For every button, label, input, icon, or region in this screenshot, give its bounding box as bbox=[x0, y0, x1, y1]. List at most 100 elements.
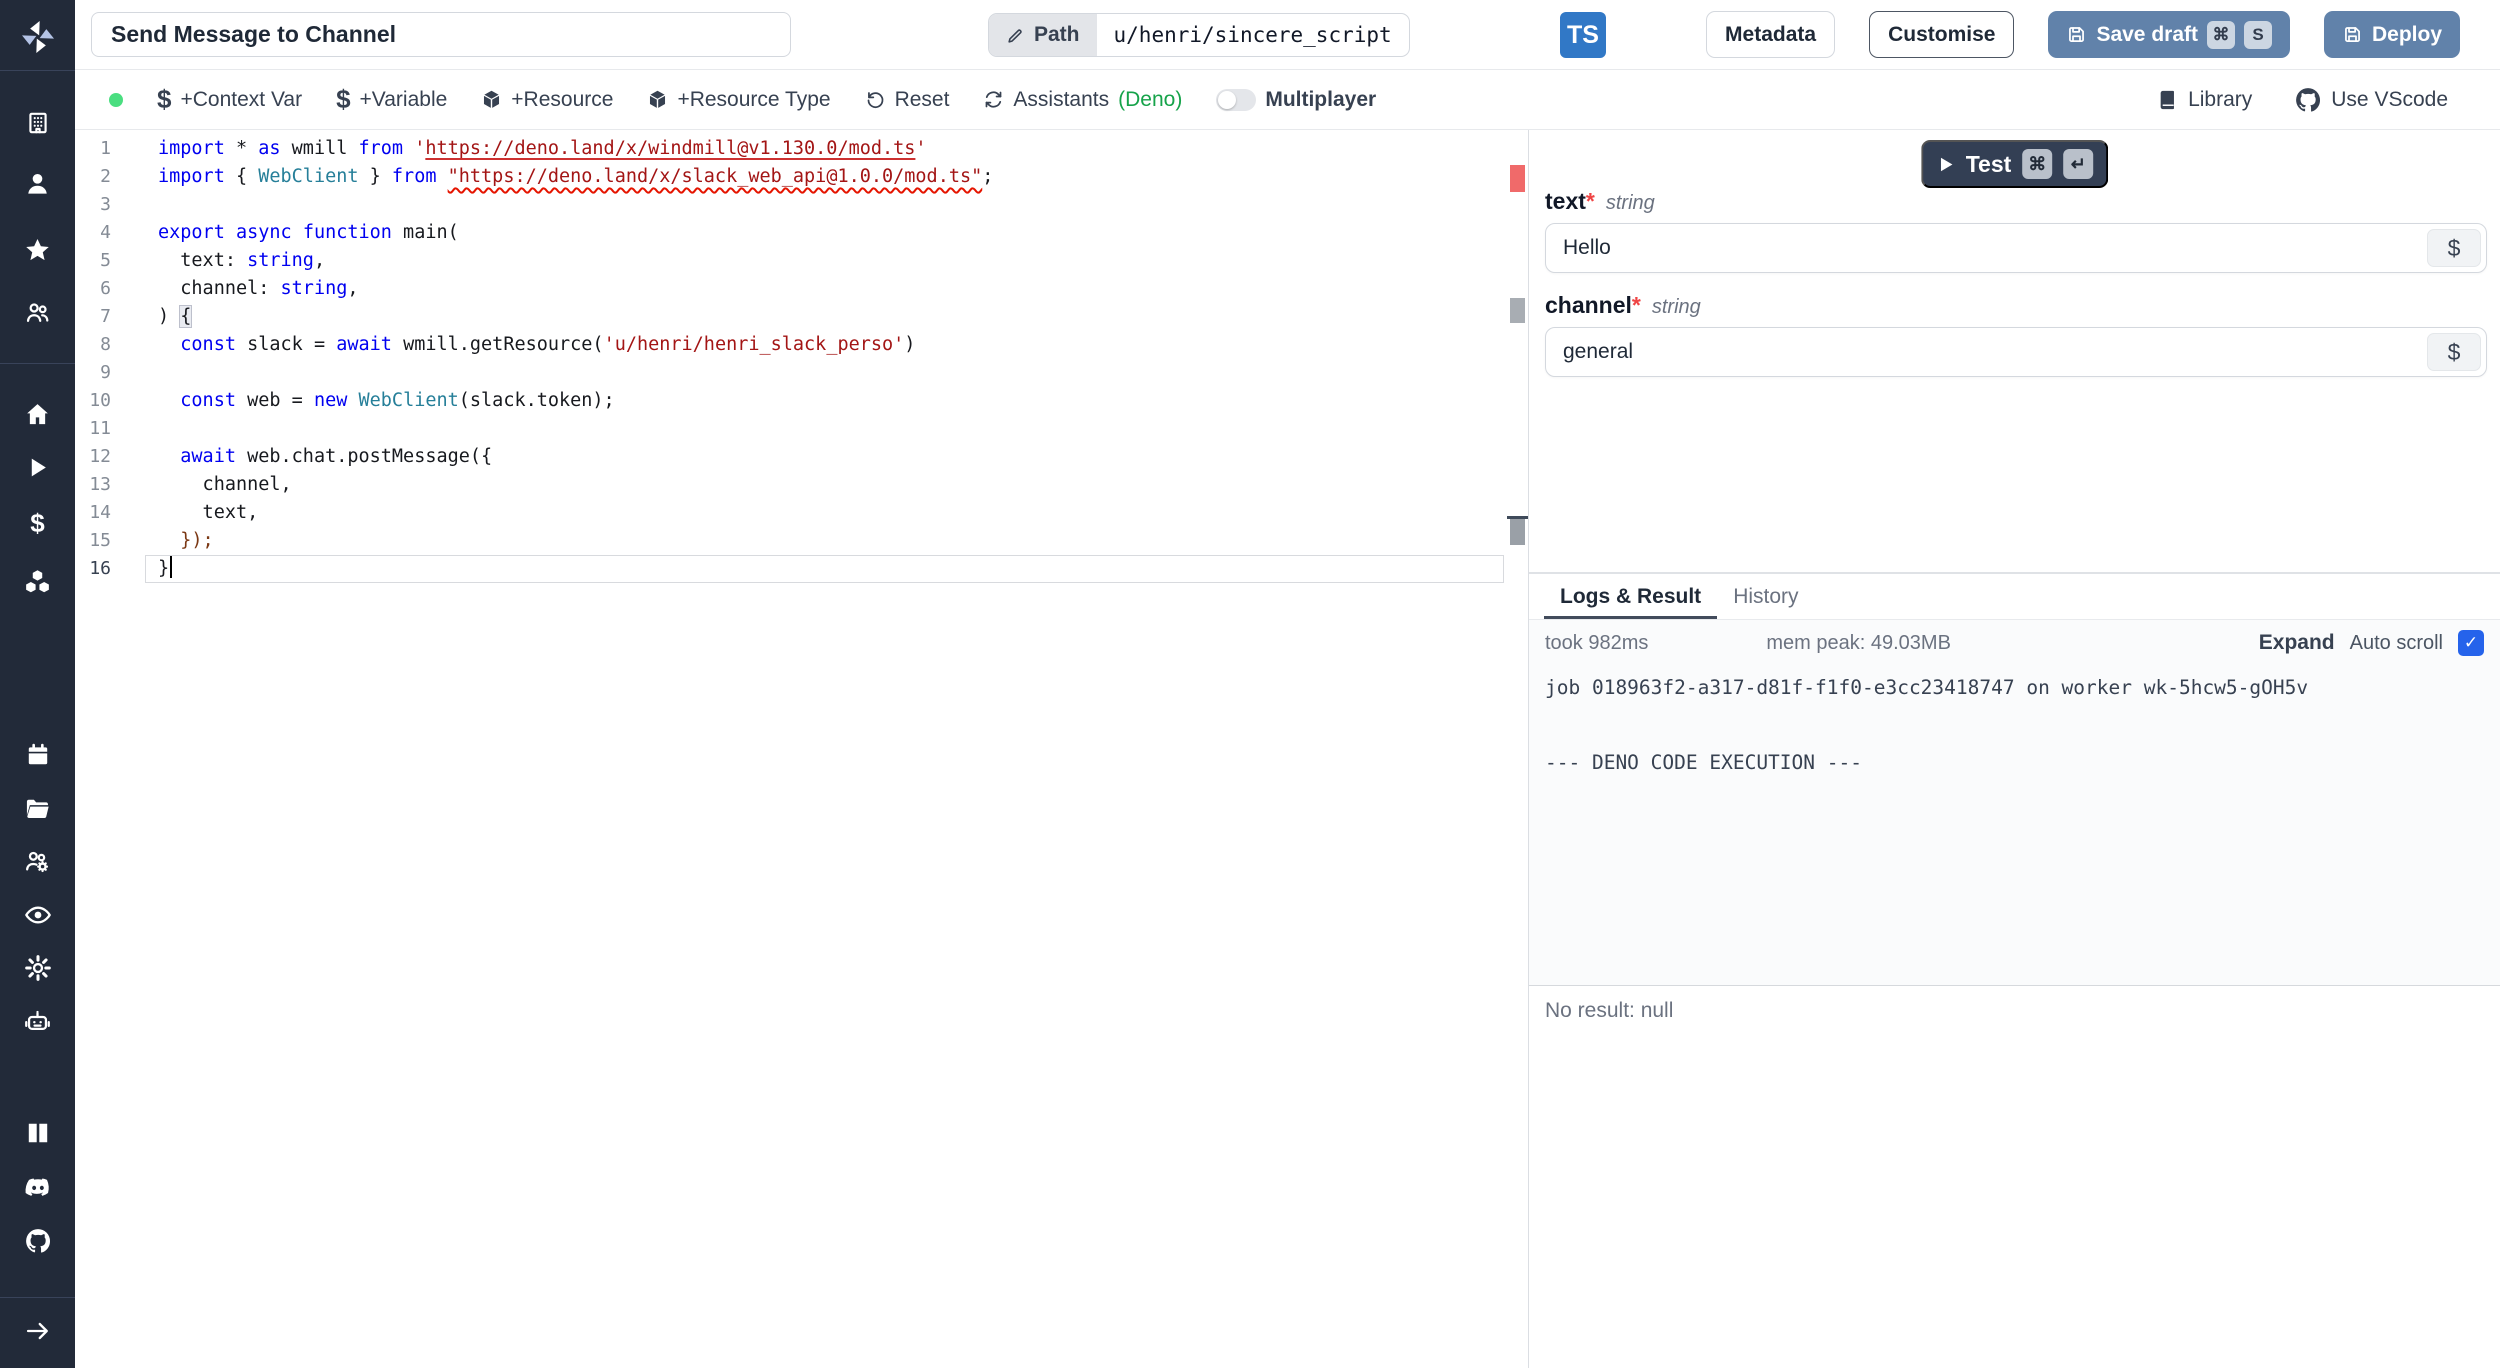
code-line-2[interactable]: 2 import { WebClient } from "https://deno… bbox=[75, 163, 1528, 191]
sidebar-book-open-icon[interactable] bbox=[0, 1120, 75, 1146]
code-line-16[interactable]: 16} bbox=[75, 555, 1528, 583]
assistants-suffix: (Deno) bbox=[1118, 87, 1183, 111]
path-group[interactable]: Path u/henri/sincere_script bbox=[988, 13, 1410, 57]
sidebar-home-icon[interactable] bbox=[0, 401, 75, 428]
sidebar-user-icon[interactable] bbox=[0, 170, 75, 197]
code-line-13[interactable]: 13 channel, bbox=[75, 471, 1528, 499]
code-line-12[interactable]: 12 await web.chat.postMessage({ bbox=[75, 443, 1528, 471]
add-resource-type-button[interactable]: +Resource Type bbox=[647, 88, 831, 112]
floppy-icon bbox=[2342, 24, 2363, 45]
use-vscode-button[interactable]: Use VScode bbox=[2294, 86, 2448, 114]
windmill-logo[interactable] bbox=[0, 17, 75, 57]
code-line-11[interactable]: 11 bbox=[75, 415, 1528, 443]
field-type: string bbox=[1605, 192, 1655, 214]
multiplayer-toggle-group: Multiplayer bbox=[1216, 88, 1376, 112]
path-value: u/henri/sincere_script bbox=[1113, 23, 1392, 47]
sidebar-gear-icon[interactable] bbox=[0, 954, 75, 982]
code-text: channel: string, bbox=[158, 278, 359, 299]
enter-key-badge: ↵ bbox=[2063, 149, 2094, 179]
line-number: 15 bbox=[89, 530, 111, 551]
reset-button[interactable]: Reset bbox=[865, 88, 949, 112]
tab-logs-result[interactable]: Logs & Result bbox=[1544, 574, 1717, 619]
test-button[interactable]: Test ⌘ ↵ bbox=[1920, 140, 2109, 188]
deploy-label: Deploy bbox=[2371, 22, 2442, 46]
field-name: text* bbox=[1545, 188, 1595, 214]
sidebar-arrow-right-icon[interactable] bbox=[0, 1317, 75, 1345]
code-line-5[interactable]: 5 text: string, bbox=[75, 247, 1528, 275]
sidebar-play-icon[interactable] bbox=[0, 455, 75, 480]
code-line-14[interactable]: 14 text, bbox=[75, 499, 1528, 527]
code-line-6[interactable]: 6 channel: string, bbox=[75, 275, 1528, 303]
code-line-3[interactable]: 3 bbox=[75, 191, 1528, 219]
path-edit-button[interactable]: Path bbox=[989, 14, 1097, 56]
required-asterisk: * bbox=[1585, 188, 1595, 214]
code-line-15[interactable]: 15 }); bbox=[75, 527, 1528, 555]
code-line-9[interactable]: 9 bbox=[75, 359, 1528, 387]
editor-scrollbar[interactable] bbox=[1507, 130, 1528, 1368]
library-label: Library bbox=[2188, 87, 2253, 111]
save-draft-button[interactable]: Save draft ⌘ S bbox=[2048, 11, 2290, 58]
sidebar-calendar-icon[interactable] bbox=[0, 742, 75, 768]
text-input[interactable] bbox=[1546, 224, 2486, 272]
code-line-10[interactable]: 10 const web = new WebClient(slack.token… bbox=[75, 387, 1528, 415]
autoscroll-checkbox[interactable]: ✓ bbox=[2458, 630, 2484, 656]
editor-toolbar: $ +Context Var $ +Variable +Resource +Resourc… bbox=[75, 70, 2500, 130]
scroll-thumb[interactable] bbox=[1510, 519, 1525, 545]
typescript-badge: TS bbox=[1560, 12, 1606, 58]
sidebar-building-icon[interactable] bbox=[0, 110, 75, 136]
sidebar-cubes-icon[interactable] bbox=[0, 568, 75, 595]
field-label-row: text* string bbox=[1545, 188, 2487, 215]
toolbar-right: Library Use VScode bbox=[2157, 86, 2500, 114]
sidebar-star-icon[interactable] bbox=[0, 237, 75, 264]
sidebar-discord-icon[interactable] bbox=[0, 1173, 75, 1201]
field-label-row: channel* string bbox=[1545, 292, 2487, 319]
logs-body: took 982ms mem peak: 49.03MB Expand Auto… bbox=[1529, 620, 2500, 986]
reset-icon bbox=[865, 89, 886, 110]
sidebar-dollar-icon[interactable]: $ bbox=[0, 510, 75, 536]
channel-input[interactable] bbox=[1546, 328, 2486, 376]
add-variable-button[interactable]: $ +Variable bbox=[336, 86, 447, 114]
line-number: 12 bbox=[89, 446, 111, 467]
multiplayer-toggle[interactable] bbox=[1216, 88, 1257, 111]
customise-button[interactable]: Customise bbox=[1869, 11, 2015, 58]
add-resource-button[interactable]: +Resource bbox=[481, 88, 613, 112]
sidebar: $ bbox=[0, 0, 75, 1368]
assistants-button[interactable]: Assistants (Deno) bbox=[983, 88, 1182, 112]
script-title-input[interactable] bbox=[91, 12, 791, 57]
expand-button[interactable]: Expand bbox=[2259, 631, 2335, 655]
field-type: string bbox=[1651, 296, 1701, 318]
book-icon bbox=[2157, 89, 2179, 111]
code-line-8[interactable]: 8 const slack = await wmill.getResource(… bbox=[75, 331, 1528, 359]
metadata-button[interactable]: Metadata bbox=[1706, 11, 1836, 58]
code-line-4[interactable]: 4 export async function main( bbox=[75, 219, 1528, 247]
sidebar-github-icon[interactable] bbox=[0, 1227, 75, 1255]
run-stats: took 982ms mem peak: 49.03MB Expand Auto… bbox=[1529, 620, 2500, 666]
tab-history[interactable]: History bbox=[1717, 574, 1814, 619]
sidebar-users-icon[interactable] bbox=[0, 299, 75, 326]
deploy-button[interactable]: Deploy bbox=[2323, 11, 2460, 58]
sidebar-robot-icon[interactable] bbox=[0, 1008, 75, 1035]
multiplayer-label: Multiplayer bbox=[1265, 87, 1377, 111]
code-text: channel, bbox=[158, 474, 292, 495]
pencil-icon bbox=[1006, 26, 1025, 45]
code-editor[interactable]: 1 import * as wmill from 'https://deno.la… bbox=[75, 130, 1528, 1368]
code-line-1[interactable]: 1 import * as wmill from 'https://deno.la… bbox=[75, 135, 1528, 163]
test-label: Test bbox=[1965, 150, 2012, 177]
line-number: 1 bbox=[100, 138, 111, 159]
line-number: 6 bbox=[100, 278, 111, 299]
sidebar-divider bbox=[0, 70, 75, 71]
sidebar-eye-icon[interactable] bbox=[0, 901, 75, 929]
library-button[interactable]: Library bbox=[2157, 88, 2252, 112]
logs-section: Logs & Result History took 982ms mem peak… bbox=[1529, 572, 2500, 1368]
code-area[interactable]: 1 import * as wmill from 'https://deno.la… bbox=[75, 130, 1528, 583]
insert-variable-button[interactable]: $ bbox=[2427, 229, 2481, 267]
insert-variable-button[interactable]: $ bbox=[2427, 333, 2481, 371]
sidebar-folder-icon[interactable] bbox=[0, 795, 75, 822]
sidebar-users-gear-icon[interactable] bbox=[0, 848, 75, 875]
toolbar-left: $ +Context Var $ +Variable +Resource +Resourc… bbox=[75, 86, 1376, 114]
code-line-7[interactable]: 7) { bbox=[75, 303, 1528, 331]
add-context-var-button[interactable]: $ +Context Var bbox=[157, 86, 302, 114]
result-text: No result: null bbox=[1545, 999, 1674, 1022]
code-text: await web.chat.postMessage({ bbox=[180, 446, 493, 467]
